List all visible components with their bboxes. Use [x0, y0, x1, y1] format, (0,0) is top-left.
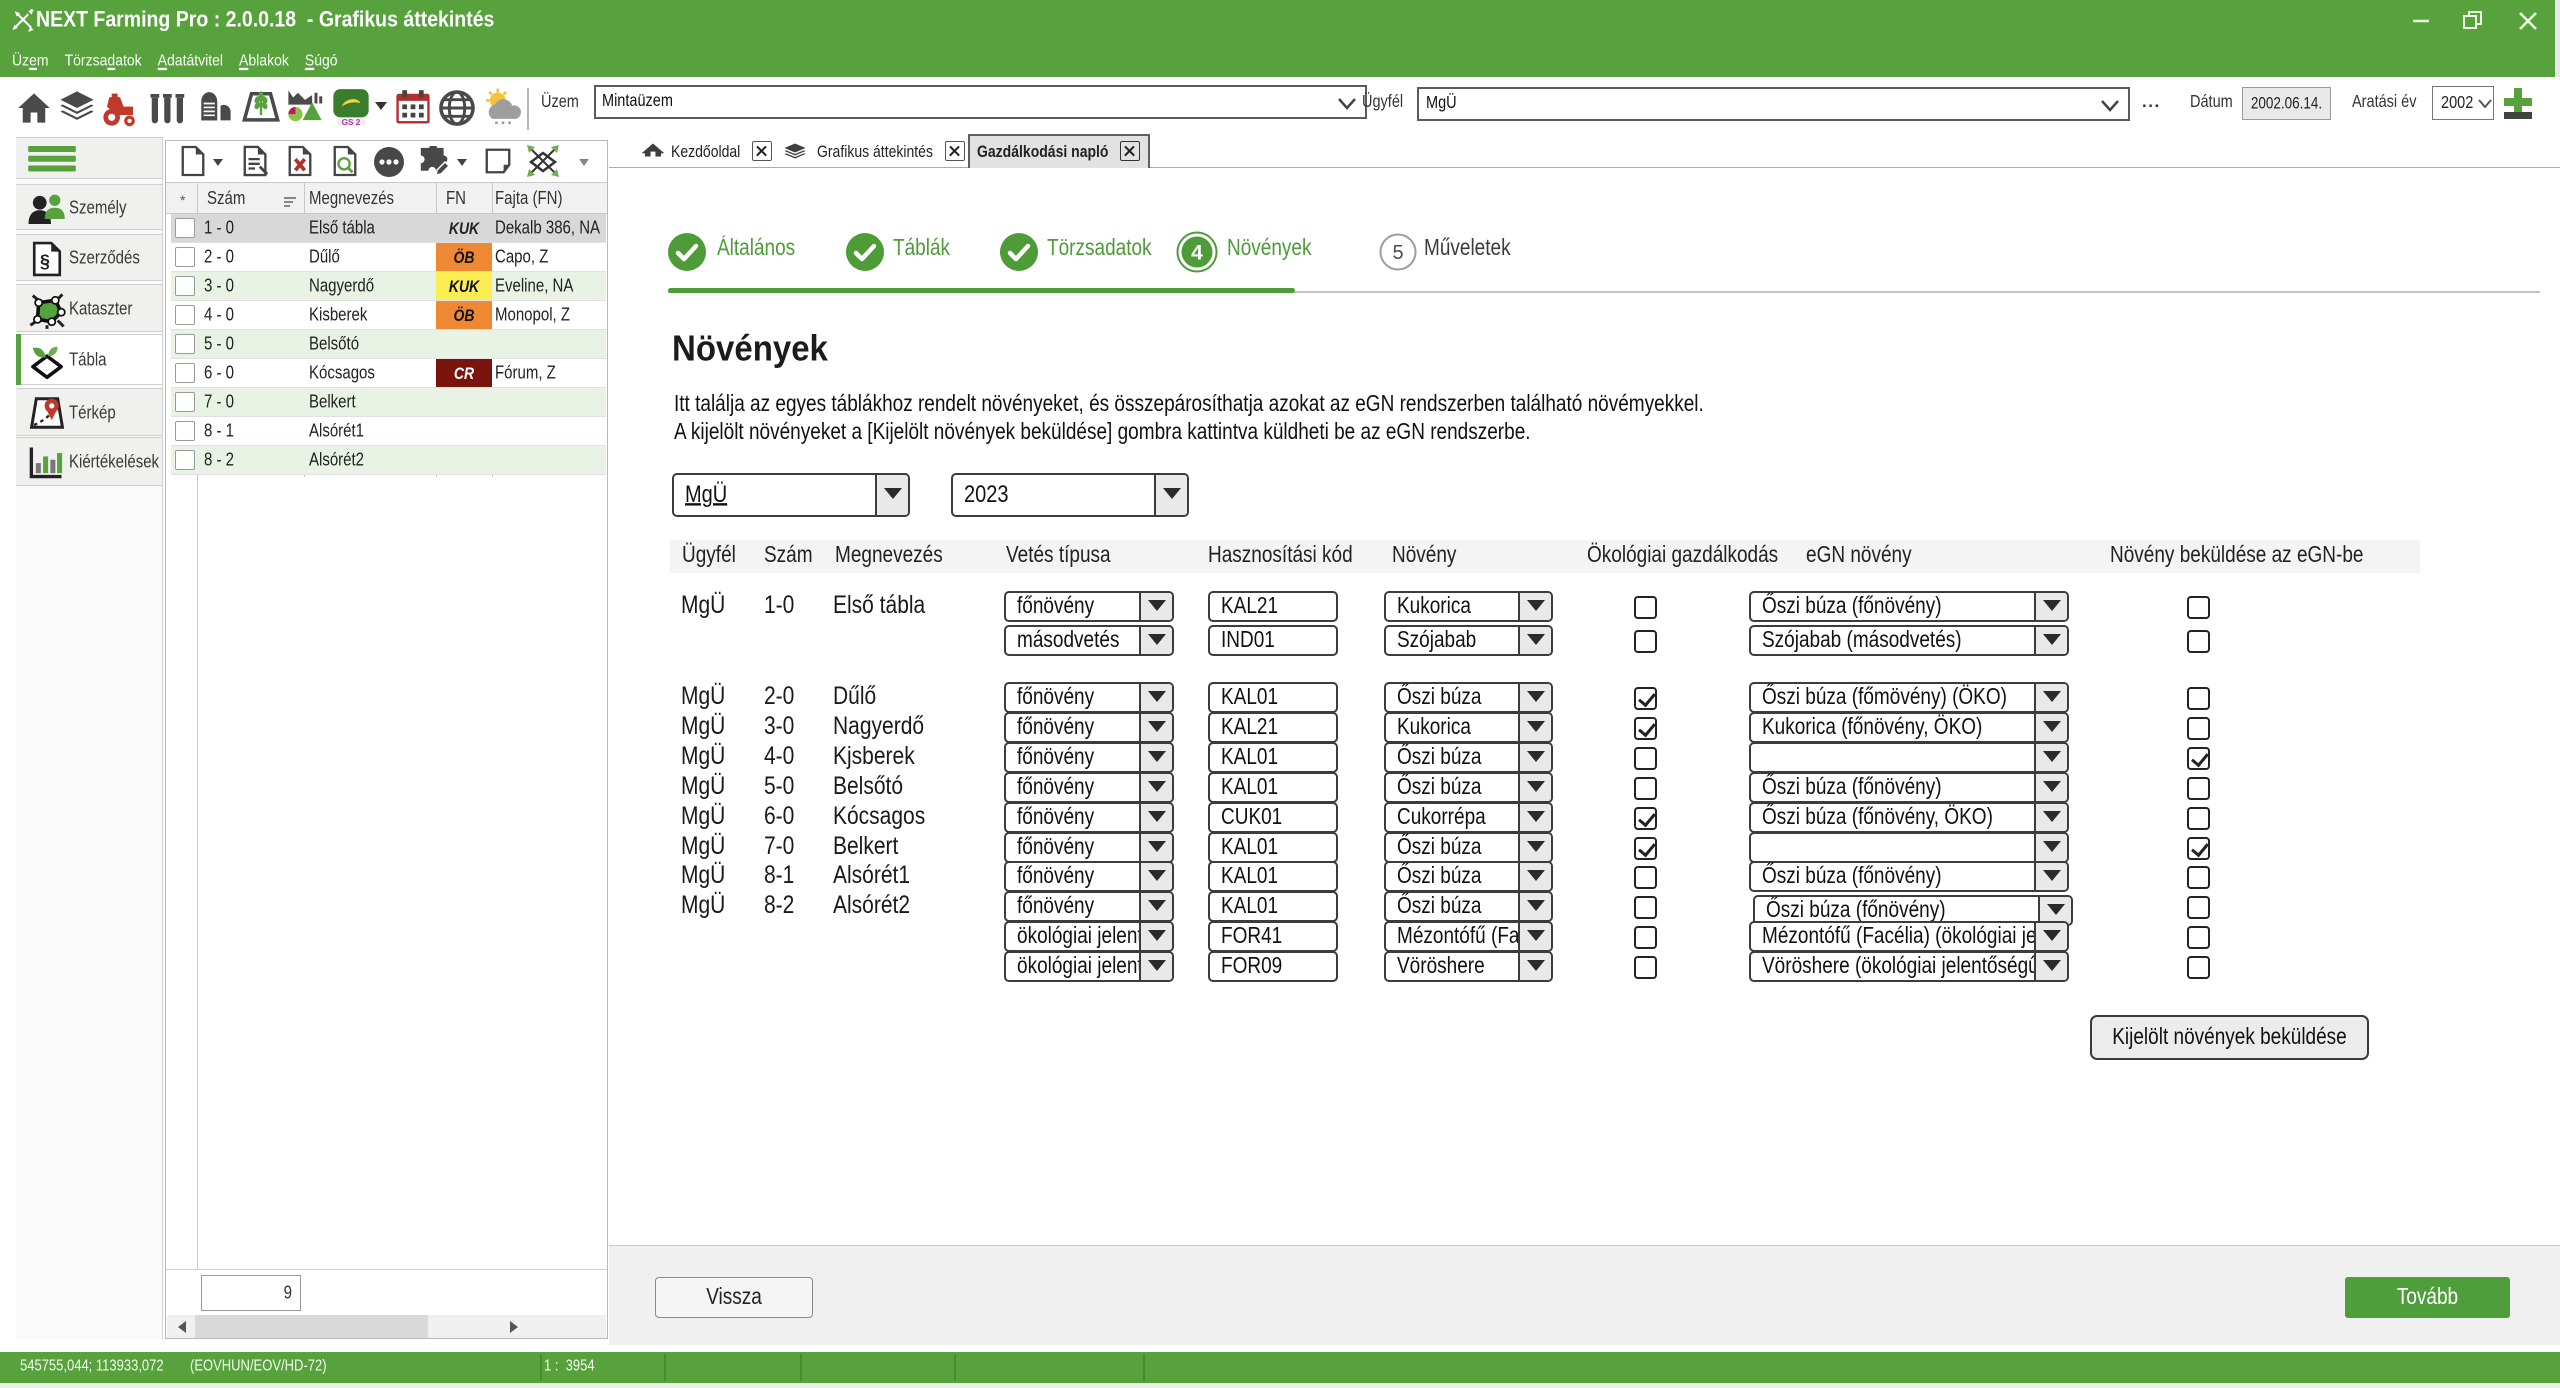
svg-text:4: 4: [1191, 242, 1203, 265]
svg-text:§: §: [40, 252, 50, 272]
svg-text:GS 2: GS 2: [342, 118, 361, 127]
svg-text:5: 5: [1392, 242, 1403, 264]
